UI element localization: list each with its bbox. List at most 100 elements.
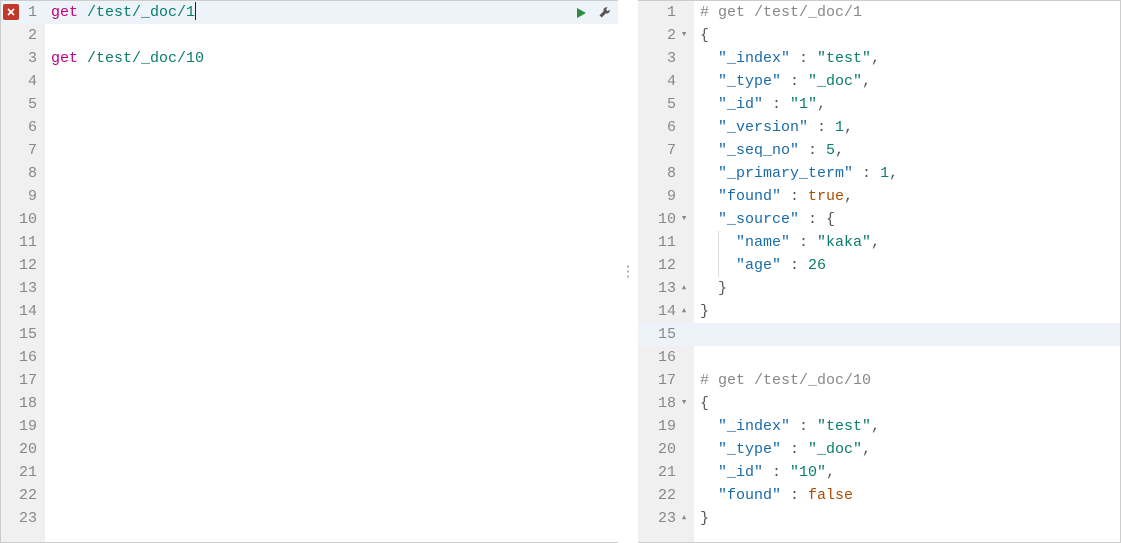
code-line[interactable] <box>45 116 618 139</box>
line-number: 6 <box>638 116 694 139</box>
json-key: "_version" <box>718 119 808 136</box>
punctuation: : <box>781 441 808 458</box>
response-line[interactable]: } <box>694 277 1120 300</box>
response-line[interactable] <box>694 323 1120 346</box>
code-line[interactable] <box>45 162 618 185</box>
indent <box>700 280 718 297</box>
code-line[interactable] <box>45 300 618 323</box>
response-line[interactable]: "_id" : "1", <box>694 93 1120 116</box>
line-number: 10 <box>1 208 45 231</box>
response-line[interactable]: "_index" : "test", <box>694 415 1120 438</box>
code-line[interactable] <box>45 507 618 530</box>
code-line[interactable] <box>45 139 618 162</box>
indent <box>700 142 718 159</box>
panel-divider[interactable]: ⋮ <box>618 0 638 543</box>
line-number: 1 <box>1 1 45 24</box>
request-gutter: 1234567891011121314151617181920212223 <box>1 1 45 542</box>
line-number: 2▾ <box>638 24 694 47</box>
code-line[interactable]: get /test/_doc/10 <box>45 47 618 70</box>
response-line[interactable]: "name" : "kaka", <box>694 231 1120 254</box>
punctuation: , <box>889 165 898 182</box>
fold-close-icon[interactable]: ▴ <box>678 277 690 300</box>
punctuation: : <box>781 257 808 274</box>
code-line[interactable] <box>45 277 618 300</box>
line-number: 11 <box>1 231 45 254</box>
punctuation: : <box>763 96 790 113</box>
fold-open-icon[interactable]: ▾ <box>678 392 690 415</box>
indent <box>700 211 718 228</box>
response-line[interactable]: "_seq_no" : 5, <box>694 139 1120 162</box>
code-line[interactable] <box>45 93 618 116</box>
response-line[interactable]: { <box>694 24 1120 47</box>
response-line[interactable]: "_type" : "_doc", <box>694 70 1120 93</box>
http-method: get <box>51 50 78 67</box>
fold-close-icon[interactable]: ▴ <box>678 300 690 323</box>
line-number: 22 <box>1 484 45 507</box>
code-line[interactable] <box>45 70 618 93</box>
code-line[interactable] <box>45 438 618 461</box>
punctuation: } <box>700 510 709 527</box>
code-line[interactable] <box>45 415 618 438</box>
response-line[interactable]: "_id" : "10", <box>694 461 1120 484</box>
line-number: 17 <box>638 369 694 392</box>
code-line[interactable] <box>45 231 618 254</box>
code-line[interactable] <box>45 369 618 392</box>
code-line[interactable]: get /test/_doc/1 <box>45 1 618 24</box>
code-line[interactable] <box>45 185 618 208</box>
line-number: 13▴ <box>638 277 694 300</box>
response-line[interactable]: "_version" : 1, <box>694 116 1120 139</box>
line-number: 18 <box>1 392 45 415</box>
code-line[interactable] <box>45 392 618 415</box>
response-line[interactable]: "_index" : "test", <box>694 47 1120 70</box>
line-number: 8 <box>1 162 45 185</box>
response-line[interactable]: "_type" : "_doc", <box>694 438 1120 461</box>
punctuation: : { <box>799 211 835 228</box>
response-line[interactable]: "_source" : { <box>694 208 1120 231</box>
wrench-icon[interactable] <box>598 6 612 20</box>
response-line[interactable]: } <box>694 507 1120 530</box>
json-boolean: false <box>808 487 853 504</box>
line-actions <box>574 1 612 24</box>
indent <box>700 119 718 136</box>
response-line[interactable] <box>694 346 1120 369</box>
run-icon[interactable] <box>574 6 588 20</box>
code-line[interactable] <box>45 484 618 507</box>
line-number: 11 <box>638 231 694 254</box>
punctuation: : <box>781 188 808 205</box>
json-key: "_type" <box>718 73 781 90</box>
response-line[interactable]: "found" : true, <box>694 185 1120 208</box>
code-line[interactable] <box>45 24 618 47</box>
punctuation: : <box>781 487 808 504</box>
line-number: 3 <box>638 47 694 70</box>
indent <box>700 73 718 90</box>
fold-open-icon[interactable]: ▾ <box>678 24 690 47</box>
line-number: 5 <box>1 93 45 116</box>
punctuation: } <box>718 280 727 297</box>
response-line[interactable]: "found" : false <box>694 484 1120 507</box>
response-gutter: 12▾345678910▾111213▴14▴15161718▾19202122… <box>638 1 694 542</box>
line-number: 22 <box>638 484 694 507</box>
line-number: 6 <box>1 116 45 139</box>
response-viewer[interactable]: # get /test/_doc/1{ "_index" : "test", "… <box>694 1 1120 542</box>
response-line[interactable]: } <box>694 300 1120 323</box>
indent-guide <box>718 254 719 277</box>
code-line[interactable] <box>45 254 618 277</box>
response-line[interactable]: # get /test/_doc/1 <box>694 1 1120 24</box>
response-line[interactable]: # get /test/_doc/10 <box>694 369 1120 392</box>
response-line[interactable]: { <box>694 392 1120 415</box>
code-line[interactable] <box>45 323 618 346</box>
response-line[interactable]: "_primary_term" : 1, <box>694 162 1120 185</box>
line-number: 7 <box>1 139 45 162</box>
fold-close-icon[interactable]: ▴ <box>678 507 690 530</box>
code-line[interactable] <box>45 208 618 231</box>
request-editor[interactable]: get /test/_doc/1get /test/_doc/10 <box>45 1 618 542</box>
line-number: 19 <box>1 415 45 438</box>
indent <box>700 441 718 458</box>
line-number: 3 <box>1 47 45 70</box>
json-key: "age" <box>736 257 781 274</box>
line-number: 20 <box>638 438 694 461</box>
response-line[interactable]: "age" : 26 <box>694 254 1120 277</box>
code-line[interactable] <box>45 461 618 484</box>
fold-open-icon[interactable]: ▾ <box>678 208 690 231</box>
code-line[interactable] <box>45 346 618 369</box>
